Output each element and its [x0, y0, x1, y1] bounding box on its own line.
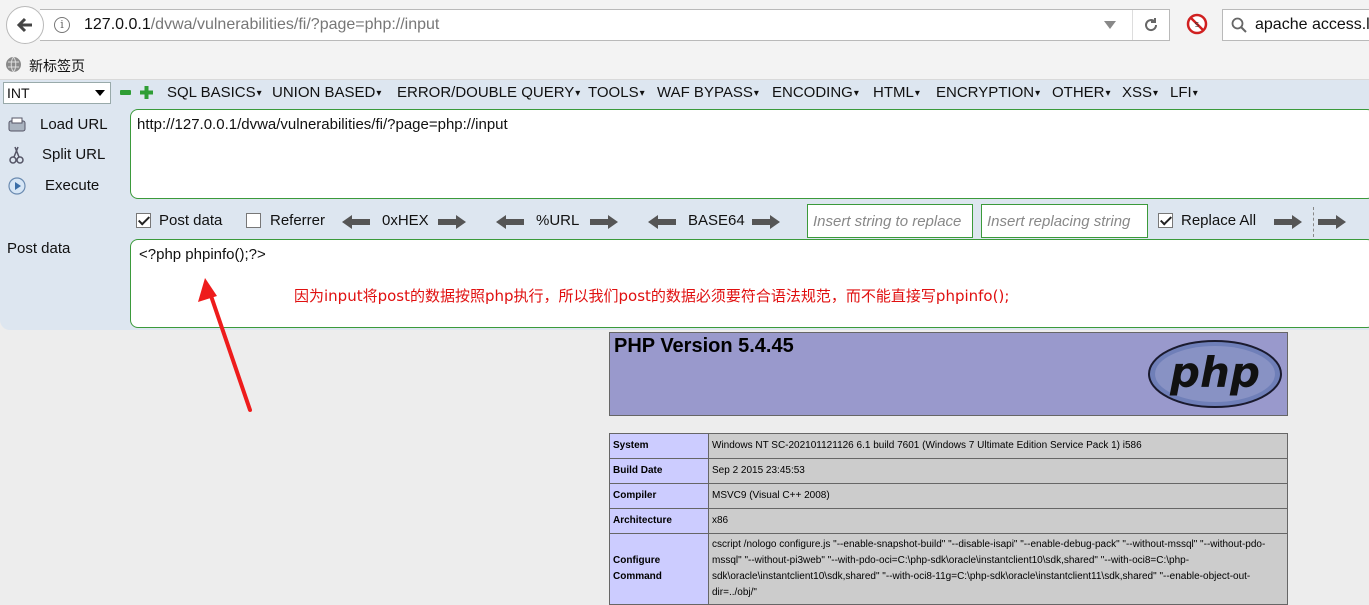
- back-button[interactable]: [6, 6, 44, 44]
- menu-encoding[interactable]: ENCODING: [772, 84, 859, 101]
- post-data-value: <?php phpinfo();?>: [139, 246, 266, 263]
- row-key: System: [609, 433, 709, 459]
- divider: [1313, 207, 1314, 237]
- decrease-icon[interactable]: [120, 90, 131, 95]
- annotation-text: 因为input将post的数据按照php执行，所以我们post的数据必须要符合语…: [294, 287, 1010, 305]
- post-data-textarea[interactable]: <?php phpinfo();?> 因为input将post的数据按照php执…: [130, 239, 1369, 328]
- menu-xss[interactable]: XSS: [1122, 84, 1158, 101]
- svg-text:S: S: [1195, 21, 1200, 29]
- history-dropdown-icon[interactable]: [1104, 21, 1116, 29]
- row-value: Sep 2 2015 23:45:53: [708, 458, 1288, 484]
- bookmarks-toolbar: 新标签页: [0, 50, 1369, 80]
- address-bar-text[interactable]: 127.0.0.1/dvwa/vulnerabilities/fi/?page=…: [84, 16, 439, 34]
- url-encode-label: %URL: [536, 212, 580, 229]
- url-encode-arrow-icon[interactable]: [590, 215, 618, 229]
- replace-all-checkbox[interactable]: [1158, 213, 1173, 228]
- split-url-label: Split URL: [42, 146, 106, 163]
- php-version-title: PHP Version 5.4.45: [614, 335, 794, 357]
- phpinfo-header: PHP Version 5.4.45 php: [609, 332, 1288, 416]
- row-value: x86: [708, 508, 1288, 534]
- more-arrow-icon[interactable]: [1318, 215, 1346, 229]
- menu-html[interactable]: HTML: [873, 84, 920, 101]
- table-row: Configure Command cscript /nologo configu…: [609, 533, 1288, 605]
- load-url-icon: [8, 117, 26, 132]
- table-row: System Windows NT SC-202101121126 6.1 bui…: [609, 433, 1288, 459]
- menu-union-based[interactable]: UNION BASED: [272, 84, 381, 101]
- replacing-string-placeholder: Insert replacing string: [987, 213, 1131, 230]
- row-key: Configure Command: [609, 533, 709, 605]
- hex-encode-arrow-icon[interactable]: [438, 215, 466, 229]
- reload-button[interactable]: [1132, 10, 1169, 40]
- address-bar[interactable]: i 127.0.0.1/dvwa/vulnerabilities/fi/?pag…: [40, 9, 1170, 41]
- phpinfo-table: System Windows NT SC-202101121126 6.1 bui…: [609, 433, 1288, 605]
- menu-other[interactable]: OTHER: [1052, 84, 1111, 101]
- row-key: Compiler: [609, 483, 709, 509]
- replace-apply-arrow-icon[interactable]: [1274, 215, 1302, 229]
- execute-button[interactable]: Execute: [4, 172, 124, 198]
- base64-decode-arrow-icon[interactable]: [648, 215, 676, 229]
- replace-string-placeholder: Insert string to replace: [813, 213, 962, 230]
- post-data-field-label: Post data: [7, 240, 71, 257]
- annotation-arrow-icon: [198, 278, 252, 412]
- url-textarea[interactable]: http://127.0.0.1/dvwa/vulnerabilities/fi…: [130, 109, 1369, 199]
- reload-icon: [1145, 18, 1158, 32]
- search-value: apache access.lo: [1255, 16, 1369, 33]
- post-data-checkbox-label: Post data: [159, 212, 223, 229]
- play-icon: [8, 177, 26, 195]
- browser-toolbar: i 127.0.0.1/dvwa/vulnerabilities/fi/?pag…: [0, 0, 1369, 50]
- php-logo-text: php: [1169, 348, 1260, 397]
- url-decode-arrow-icon[interactable]: [496, 215, 524, 229]
- menu-lfi[interactable]: LFI: [1170, 84, 1198, 101]
- referrer-checkbox-label: Referrer: [270, 212, 326, 229]
- replace-string-input[interactable]: Insert string to replace: [807, 204, 973, 238]
- row-value: cscript /nologo configure.js "--enable-s…: [708, 533, 1288, 605]
- chevron-down-icon: [95, 90, 105, 96]
- search-input[interactable]: apache access.lo: [1222, 9, 1369, 41]
- row-value: MSVC9 (Visual C++ 2008): [708, 483, 1288, 509]
- bookmark-new-tab[interactable]: 新标签页: [29, 56, 85, 76]
- search-icon: [1231, 17, 1247, 33]
- hex-label: 0xHEX: [382, 212, 429, 229]
- scissors-icon: [9, 146, 24, 164]
- noscript-block-icon[interactable]: S: [1186, 13, 1208, 35]
- menu-encryption[interactable]: ENCRYPTION: [936, 84, 1040, 101]
- url-path: /dvwa/vulnerabilities/fi/?page=php://inp…: [150, 16, 440, 33]
- referrer-checkbox[interactable]: [246, 213, 261, 228]
- execute-label: Execute: [45, 177, 100, 194]
- base64-label: BASE64: [688, 212, 745, 229]
- table-row: Architecture x86: [609, 508, 1288, 534]
- hackbar-menu: INT SQL BASICS UNION BASED ERROR/DOUBLE …: [0, 80, 1369, 108]
- load-url-label: Load URL: [40, 116, 108, 133]
- info-icon[interactable]: i: [54, 17, 70, 33]
- load-url-button[interactable]: Load URL: [4, 111, 124, 137]
- hex-decode-arrow-icon[interactable]: [342, 215, 370, 229]
- post-data-checkbox[interactable]: [136, 213, 151, 228]
- type-select[interactable]: INT: [3, 82, 111, 104]
- type-select-value: INT: [7, 85, 30, 101]
- menu-sql-basics[interactable]: SQL BASICS: [167, 84, 262, 101]
- replace-all-label: Replace All: [1181, 212, 1257, 229]
- row-key: Architecture: [609, 508, 709, 534]
- php-logo: php: [1148, 340, 1282, 408]
- globe-icon: [6, 56, 21, 73]
- menu-waf-bypass[interactable]: WAF BYPASS: [657, 84, 759, 101]
- menu-tools[interactable]: TOOLS: [588, 84, 645, 101]
- row-value: Windows NT SC-202101121126 6.1 build 760…: [708, 433, 1288, 459]
- base64-encode-arrow-icon[interactable]: [752, 215, 780, 229]
- table-row: Build Date Sep 2 2015 23:45:53: [609, 458, 1288, 484]
- increase-icon[interactable]: [140, 86, 153, 99]
- url-textarea-value: http://127.0.0.1/dvwa/vulnerabilities/fi…: [137, 116, 508, 133]
- options-row: Post data Referrer 0xHEX %URL BASE64 Ins…: [0, 204, 1369, 238]
- split-url-button[interactable]: Split URL: [4, 141, 124, 167]
- table-row: Compiler MSVC9 (Visual C++ 2008): [609, 483, 1288, 509]
- url-host: 127.0.0.1: [84, 16, 151, 33]
- menu-error-double-query[interactable]: ERROR/DOUBLE QUERY: [397, 84, 580, 101]
- back-arrow-icon: [16, 17, 32, 33]
- replacing-string-input[interactable]: Insert replacing string: [981, 204, 1148, 238]
- row-key: Build Date: [609, 458, 709, 484]
